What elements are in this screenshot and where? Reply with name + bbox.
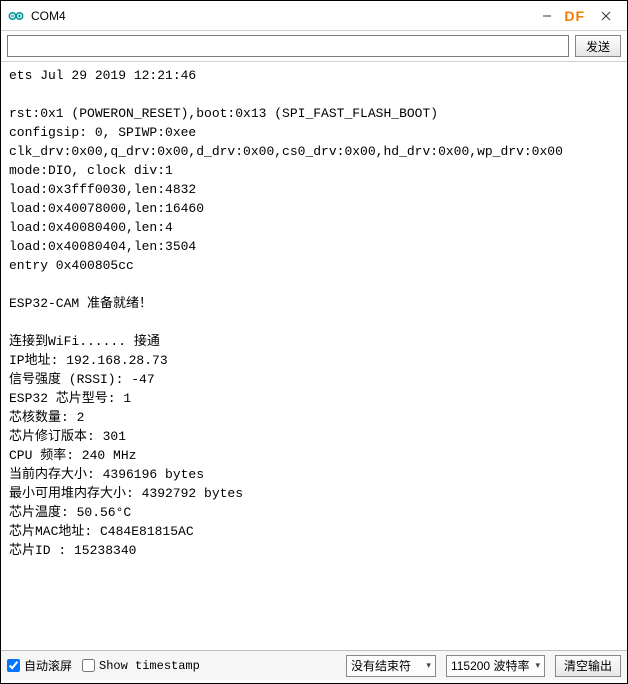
send-button[interactable]: 发送 — [575, 35, 621, 57]
chevron-down-icon: ▾ — [426, 660, 431, 671]
toolbar: 发送 — [1, 31, 627, 62]
window-title: COM4 — [31, 9, 530, 23]
minimize-button[interactable] — [530, 2, 564, 30]
autoscroll-checkbox-label[interactable]: 自动滚屏 — [7, 657, 72, 674]
serial-output[interactable]: ets Jul 29 2019 12:21:46 rst:0x1 (POWERO… — [1, 62, 627, 650]
statusbar: 自动滚屏 Show timestamp 没有结束符 ▾ 115200 波特率 ▾… — [1, 650, 627, 680]
arduino-icon — [7, 7, 25, 25]
watermark-text: DF — [564, 8, 585, 24]
clear-output-button[interactable]: 清空输出 — [555, 655, 621, 677]
timestamp-checkbox[interactable] — [82, 659, 95, 672]
baud-select[interactable]: 115200 波特率 ▾ — [446, 655, 545, 677]
titlebar: COM4 DF — [1, 1, 627, 31]
line-ending-value: 没有结束符 — [351, 657, 411, 674]
chevron-down-icon: ▾ — [535, 660, 540, 671]
close-button[interactable] — [589, 2, 623, 30]
send-input[interactable] — [7, 35, 569, 57]
timestamp-checkbox-label[interactable]: Show timestamp — [82, 659, 200, 673]
timestamp-text: Show timestamp — [99, 659, 200, 673]
autoscroll-checkbox[interactable] — [7, 659, 20, 672]
baud-value: 115200 波特率 — [451, 657, 530, 674]
line-ending-select[interactable]: 没有结束符 ▾ — [346, 655, 436, 677]
autoscroll-text: 自动滚屏 — [24, 657, 72, 674]
